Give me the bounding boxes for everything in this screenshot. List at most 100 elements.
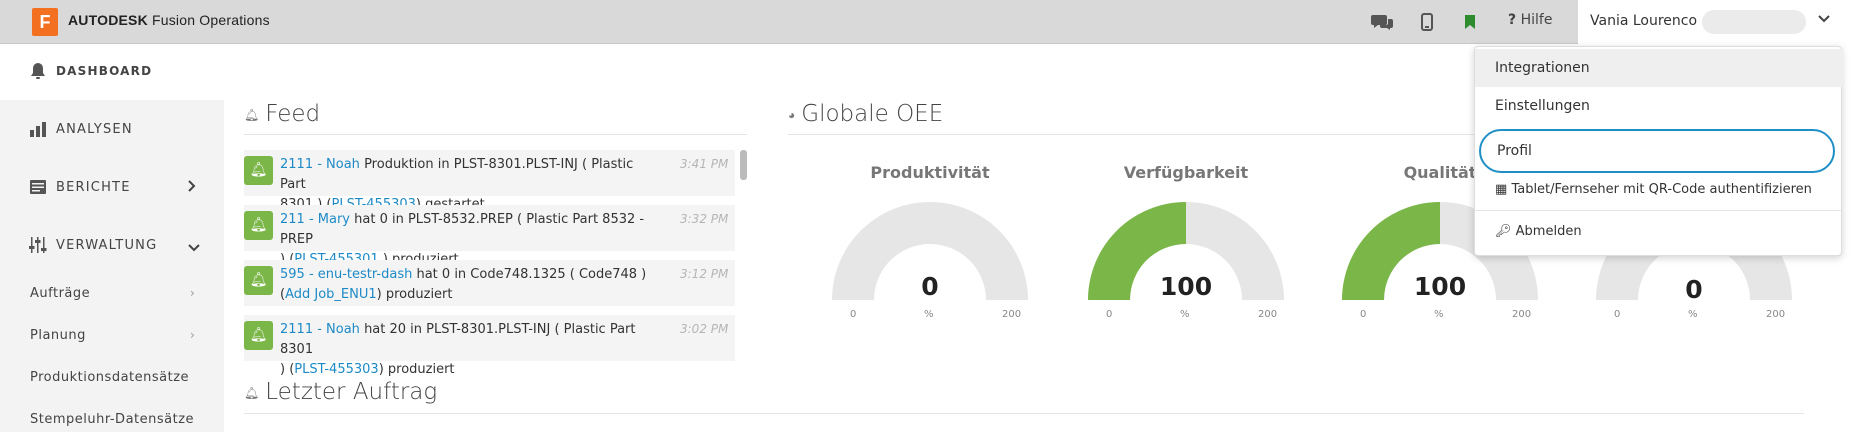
feed-text-part: ) produziert xyxy=(376,287,453,302)
chat-icon[interactable] xyxy=(1370,10,1394,34)
bell-icon: 🔔︎ xyxy=(244,385,260,400)
chevron-down-icon xyxy=(1818,11,1830,27)
user-menu-toggle[interactable]: Vania Lourenco xyxy=(1578,0,1860,44)
feed-user-link[interactable]: 211 - Mary xyxy=(280,212,350,227)
gauge-label: Verfügbarkeit xyxy=(1123,163,1249,182)
feed-time: 3:32 PM xyxy=(680,212,729,226)
gauge-value: 100 xyxy=(1159,272,1213,301)
feed-text: 2111 - Noah hat 20 in PLST-8301.PLST-INJ… xyxy=(280,320,660,380)
brand-light: Fusion Operations xyxy=(147,12,270,28)
sidebar: DASHBOARD ANALYSEN BERICHTE VERWALTUNG A… xyxy=(0,44,224,432)
sidebar-item-label: BERICHTE xyxy=(56,179,131,195)
menu-item-label: Tablet/Fernseher mit QR-Code authentifiz… xyxy=(1511,182,1812,197)
help-label: Hilfe xyxy=(1520,12,1553,28)
feed-time: 3:12 PM xyxy=(680,267,729,281)
sidebar-subitem-auftraege[interactable]: Aufträge xyxy=(30,286,90,301)
feed-user-link[interactable]: 595 - enu-testr-dash xyxy=(280,267,412,282)
sliders-icon xyxy=(28,236,48,254)
chevron-right-icon: › xyxy=(190,286,195,300)
feed-time: 3:41 PM xyxy=(680,157,729,171)
feed-time: 3:02 PM xyxy=(680,322,729,336)
mobile-icon[interactable] xyxy=(1418,10,1436,34)
divider xyxy=(244,134,747,135)
top-bar: F AUTODESK Fusion Operations ? Hilfe Van… xyxy=(0,0,1860,44)
sidebar-subitem-produktionsdatensaetze[interactable]: Produktionsdatensätze xyxy=(30,370,189,385)
avatar xyxy=(1702,10,1806,34)
gauge-unit: % xyxy=(1434,309,1444,320)
sidebar-item-dashboard[interactable]: DASHBOARD xyxy=(0,44,224,100)
feed-scrollbar[interactable] xyxy=(740,150,747,180)
menu-item-profil[interactable]: Profil xyxy=(1479,129,1835,173)
brand-bold: AUTODESK xyxy=(68,12,148,28)
gauge-max: 200 xyxy=(1258,309,1278,320)
brand-name: AUTODESK Fusion Operations xyxy=(68,12,270,28)
help-link[interactable]: ? Hilfe xyxy=(1508,12,1552,28)
bell-icon: 🔔︎ xyxy=(244,107,260,122)
menu-item-label: Abmelden xyxy=(1515,224,1582,239)
feed-text-part: hat 0 in Code748.1325 ( Code748 ) xyxy=(412,267,647,282)
oee-title-text: Globale OEE xyxy=(801,101,944,127)
gauge-max: 200 xyxy=(1766,309,1786,320)
gauge-min: 0 xyxy=(1614,309,1621,320)
gauge-unit: % xyxy=(924,309,934,320)
feed-title: 🔔︎ Feed xyxy=(244,101,320,127)
feed-item: 🔔︎ 211 - Mary hat 0 in PLST-8532.PREP ( … xyxy=(244,205,735,267)
sidebar-item-label: VERWALTUNG xyxy=(56,237,158,253)
feed-user-link[interactable]: 2111 - Noah xyxy=(280,322,360,337)
chevron-right-icon: › xyxy=(190,328,195,342)
bell-icon: 🔔︎ xyxy=(244,266,273,295)
menu-item-abmelden[interactable]: 🔑︎ Abmelden xyxy=(1475,213,1843,251)
qr-code-icon: ▦ xyxy=(1495,182,1508,197)
bell-icon xyxy=(28,62,48,80)
sidebar-subitem-stempeluhr[interactable]: Stempeluhr-Datensätze xyxy=(30,412,194,427)
gauge-unit: % xyxy=(1688,309,1698,320)
menu-item-qr-auth[interactable]: ▦ Tablet/Fernseher mit QR-Code authentif… xyxy=(1475,173,1843,209)
feed-item: 🔔︎ 2111 - Noah hat 20 in PLST-8301.PLST-… xyxy=(244,315,735,377)
user-dropdown-menu: Integrationen Einstellungen Profil ▦ Tab… xyxy=(1474,46,1843,256)
oee-title: ◕ Globale OEE xyxy=(788,101,943,127)
sidebar-item-analysen[interactable]: ANALYSEN xyxy=(28,120,133,138)
feed-text-part: ) ( xyxy=(280,362,295,377)
divider xyxy=(244,413,1804,414)
feed-item: 🔔︎ 2111 - Noah Produktion in PLST-8301.P… xyxy=(244,150,735,212)
chevron-down-icon xyxy=(188,240,200,256)
menu-item-einstellungen[interactable]: Einstellungen xyxy=(1475,87,1843,125)
sidebar-subitem-planung[interactable]: Planung xyxy=(30,328,86,343)
feed-text: 595 - enu-testr-dash hat 0 in Code748.13… xyxy=(280,265,660,305)
last-job-title: 🔔︎ Letzter Auftrag xyxy=(244,379,437,405)
feed-item: 🔔︎ 595 - enu-testr-dash hat 0 in Code748… xyxy=(244,260,735,306)
gauge-icon: ◕ xyxy=(788,107,796,122)
gauge-min: 0 xyxy=(1106,309,1113,320)
user-name: Vania Lourenco xyxy=(1590,13,1698,29)
sidebar-item-berichte[interactable]: BERICHTE xyxy=(28,178,131,196)
gauge-value: 0 xyxy=(921,272,939,301)
feed-text-part: ) produziert xyxy=(378,362,455,377)
bell-icon: 🔔︎ xyxy=(244,211,273,240)
report-icon xyxy=(28,178,48,196)
gauge-min: 0 xyxy=(850,309,857,320)
gauge-value: 100 xyxy=(1413,272,1467,301)
chevron-right-icon xyxy=(188,180,196,196)
sidebar-item-verwaltung[interactable]: VERWALTUNG xyxy=(28,236,157,254)
gauge-unit: % xyxy=(1180,309,1190,320)
gauge-max: 200 xyxy=(1512,309,1532,320)
dashboard-row: DASHBOARD xyxy=(28,62,152,80)
feed-job-link[interactable]: Add Job_ENU1 xyxy=(285,287,377,302)
menu-item-integrationen[interactable]: Integrationen xyxy=(1475,49,1843,87)
app-logo[interactable]: F xyxy=(32,8,58,36)
gauge-max: 200 xyxy=(1002,309,1022,320)
question-icon: ? xyxy=(1508,12,1517,28)
feed-title-text: Feed xyxy=(265,101,321,127)
divider xyxy=(1475,210,1841,211)
sidebar-item-label: DASHBOARD xyxy=(56,64,153,78)
last-job-title-text: Letzter Auftrag xyxy=(265,379,438,405)
bar-chart-icon xyxy=(28,120,48,138)
feed-job-link[interactable]: PLST-455303 xyxy=(294,362,378,377)
feed-user-link[interactable]: 2111 - Noah xyxy=(280,157,360,172)
gauge-min: 0 xyxy=(1360,309,1367,320)
sidebar-item-label: ANALYSEN xyxy=(56,121,133,137)
gauge-label: Produktivität xyxy=(870,163,990,182)
bell-icon: 🔔︎ xyxy=(244,156,273,185)
gauge-value: 0 xyxy=(1685,275,1703,304)
bookmark-icon[interactable] xyxy=(1462,10,1478,34)
